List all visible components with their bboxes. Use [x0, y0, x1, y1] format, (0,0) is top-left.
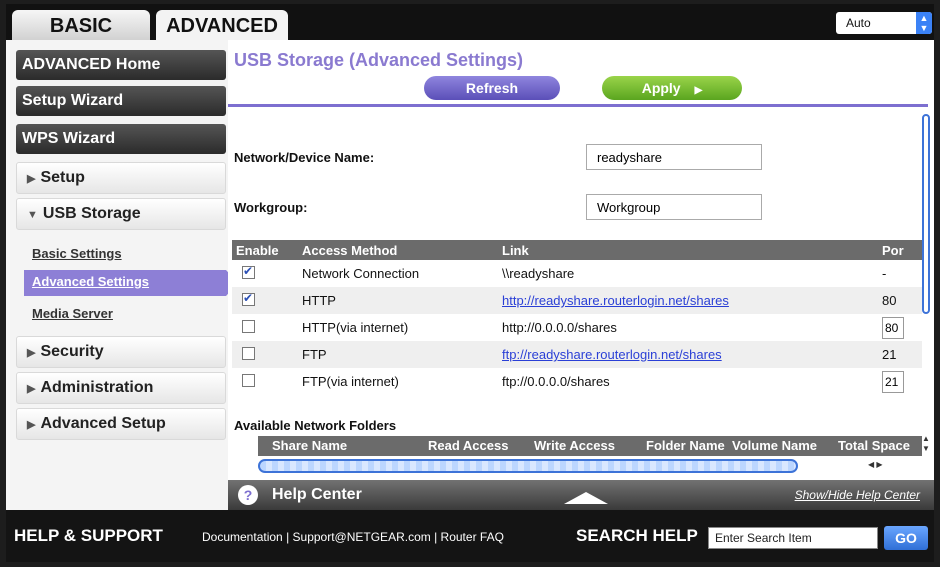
table-row: HTTP(via internet) http://0.0.0.0/shares [232, 314, 922, 341]
table-row: Network Connection \\readyshare - [232, 260, 922, 287]
language-select-value: Auto [846, 16, 871, 30]
horizontal-scrollbar[interactable] [258, 459, 798, 473]
access-method: FTP [298, 341, 498, 368]
access-method: Network Connection [302, 266, 420, 281]
footer-links: Documentation | Support@NETGEAR.com | Ro… [202, 530, 504, 544]
expand-arrow-icon: ▶ [27, 419, 36, 431]
access-method: FTP(via internet) [302, 374, 399, 389]
apply-button-label: Apply [641, 80, 681, 96]
apply-button[interactable]: Apply ▶ [602, 76, 742, 100]
help-center-bar: ? Help Center Show/Hide Help Center [228, 480, 934, 510]
search-help-label: SEARCH HELP [576, 526, 698, 545]
support-email-link[interactable]: Support@NETGEAR.com [293, 530, 431, 544]
sidebar-item-wps-wizard[interactable]: WPS Wizard [16, 124, 226, 154]
access-port: 21 [878, 341, 922, 368]
divider [228, 104, 928, 107]
show-hide-help-link[interactable]: Show/Hide Help Center [795, 488, 920, 502]
help-icon: ? [238, 485, 258, 505]
refresh-button[interactable]: Refresh [424, 76, 560, 100]
column-header: Folder Name [646, 438, 725, 453]
enable-checkbox[interactable] [242, 373, 255, 387]
vertical-scrollbar[interactable] [922, 114, 930, 314]
sidebar-item-setup[interactable]: ▶ Setup [16, 162, 226, 194]
play-arrow-icon: ▶ [694, 85, 703, 96]
folders-table-header: Share Name Read Access Write Access Fold… [258, 436, 922, 456]
workgroup-label: Workgroup: [234, 200, 308, 215]
sidebar-item-administration[interactable]: ▶ Administration [16, 372, 226, 404]
table-row: FTP(via internet) ftp://0.0.0.0/shares [232, 368, 922, 395]
help-center-title: Help Center [272, 486, 362, 503]
column-header: Access Method [298, 240, 498, 260]
network-device-name-label: Network/Device Name: [234, 150, 375, 165]
collapse-arrow-icon: ▼ [27, 209, 38, 221]
sidebar-item-security[interactable]: ▶ Security [16, 336, 226, 368]
language-select[interactable]: Auto ▲ ▼ [836, 12, 932, 34]
table-row: HTTP http://readyshare.routerlogin.net/s… [232, 287, 922, 314]
tab-basic[interactable]: BASIC [12, 10, 150, 42]
column-header: Por [878, 240, 922, 260]
access-method: HTTP [298, 287, 498, 314]
column-header: Link [498, 240, 878, 260]
expand-arrow-icon: ▶ [27, 383, 36, 395]
access-methods-table: Enable Access Method Link Por Network Co… [232, 240, 922, 395]
sidebar-item-advanced-setup[interactable]: ▶ Advanced Setup [16, 408, 226, 440]
port-field[interactable] [882, 316, 904, 339]
table-row: FTP ftp://readyshare.routerlogin.net/sha… [232, 341, 922, 368]
access-port: - [882, 266, 887, 281]
column-header: Volume Name [732, 438, 818, 453]
sidebar-subitem-advanced-settings[interactable]: Advanced Settings [24, 270, 238, 296]
column-header: Total Space [838, 438, 911, 453]
expand-arrow-icon: ▶ [27, 173, 36, 185]
sidebar-item-label: Setup [40, 169, 85, 186]
documentation-link[interactable]: Documentation [202, 530, 283, 544]
access-link: http://0.0.0.0/shares [502, 320, 617, 335]
top-tab-bar: BASIC ADVANCED Auto ▲ ▼ [6, 4, 934, 42]
router-admin-window: BASIC ADVANCED Auto ▲ ▼ ADVANCED Home Set… [0, 0, 940, 567]
column-header: Write Access [534, 438, 615, 453]
access-link: \\readyshare [502, 266, 575, 281]
sidebar-item-setup-wizard[interactable]: Setup Wizard [16, 86, 226, 116]
select-arrows-icon: ▲ ▼ [916, 12, 932, 34]
sidebar-subitem-basic-settings[interactable]: Basic Settings [32, 246, 122, 261]
help-support-footer: HELP & SUPPORT Documentation | Support@N… [6, 510, 934, 562]
router-faq-link[interactable]: Router FAQ [441, 530, 504, 544]
network-device-name-field[interactable] [586, 144, 762, 170]
sidebar-item-label: USB Storage [42, 205, 141, 222]
expand-up-icon[interactable] [564, 492, 608, 504]
column-header: Enable [232, 240, 298, 260]
sidebar-item-label: Security [40, 343, 104, 360]
access-link[interactable]: ftp://readyshare.routerlogin.net/shares [502, 347, 722, 362]
sidebar-item-label: Administration [40, 379, 154, 396]
column-header: Read Access [428, 438, 509, 453]
go-button[interactable]: GO [884, 526, 928, 550]
tab-advanced[interactable]: ADVANCED [156, 10, 288, 42]
access-link[interactable]: http://readyshare.routerlogin.net/shares [502, 293, 729, 308]
access-method: HTTP(via internet) [302, 320, 409, 335]
access-port: 80 [878, 287, 922, 314]
folders-title: Available Network Folders [234, 418, 397, 433]
sidebar-item-advanced-home[interactable]: ADVANCED Home [16, 50, 226, 80]
access-link: ftp://0.0.0.0/shares [502, 374, 610, 389]
scroll-arrows-icon[interactable]: ◀ ▶ [868, 460, 908, 472]
sidebar-item-usb-storage[interactable]: ▼ USB Storage [16, 198, 226, 230]
enable-checkbox[interactable] [242, 291, 255, 306]
enable-checkbox[interactable] [242, 346, 255, 360]
column-header: Share Name [272, 438, 348, 453]
footer-title: HELP & SUPPORT [14, 526, 163, 545]
search-help-input[interactable] [708, 527, 878, 549]
sidebar-item-label: Advanced Setup [40, 415, 166, 432]
sidebar-subitem-media-server[interactable]: Media Server [32, 306, 113, 321]
workgroup-field[interactable] [586, 194, 762, 220]
port-field[interactable] [882, 370, 904, 393]
main-panel: USB Storage (Advanced Settings) Refresh … [228, 40, 934, 510]
expand-arrow-icon: ▶ [27, 347, 36, 359]
folders-vertical-scroll[interactable]: ▲ ▼ [922, 434, 932, 474]
enable-checkbox[interactable] [242, 319, 255, 333]
sidebar: ADVANCED Home Setup Wizard WPS Wizard ▶ S… [6, 40, 238, 510]
page-title: USB Storage (Advanced Settings) [234, 50, 524, 70]
enable-checkbox[interactable] [242, 264, 255, 279]
